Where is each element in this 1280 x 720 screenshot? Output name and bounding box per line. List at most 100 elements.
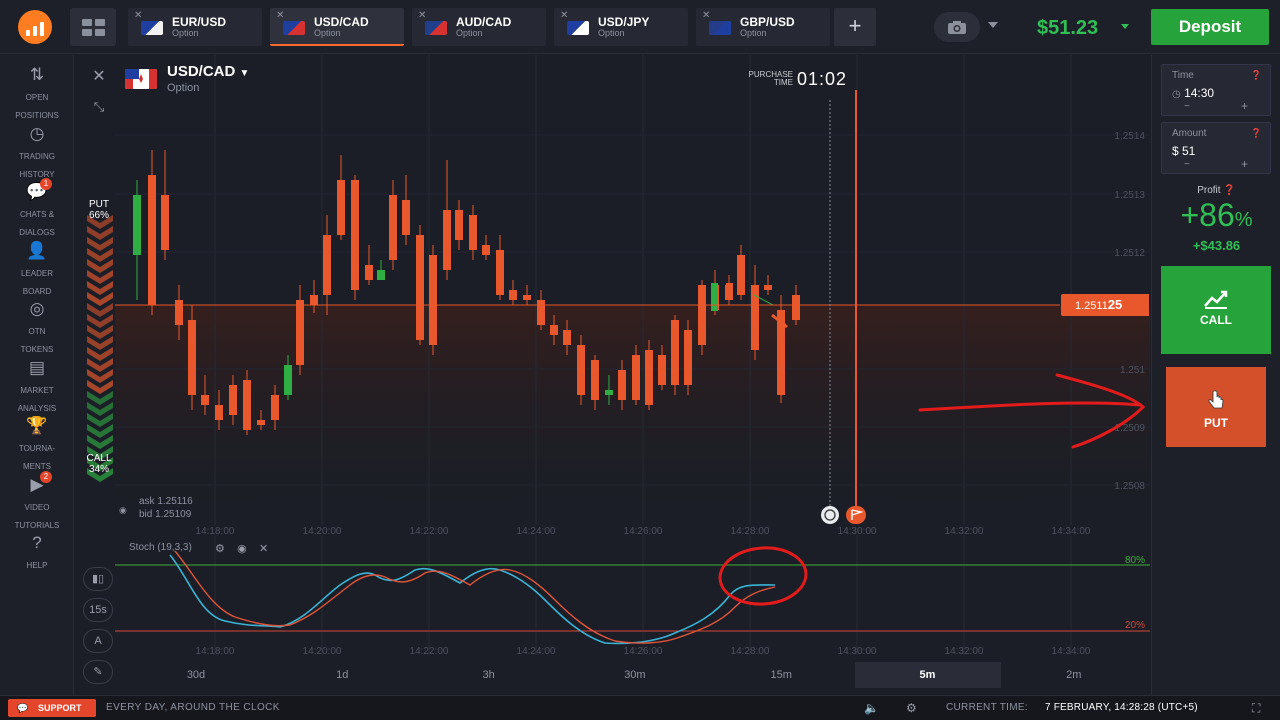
call-button[interactable]: CALL: [1161, 266, 1271, 354]
close-tab-icon[interactable]: ✕: [418, 10, 426, 21]
time-tick-label: 14:24:00: [517, 526, 556, 537]
tab-asset-name: AUD/CAD: [456, 15, 512, 29]
stoch-k-line: [169, 554, 776, 645]
put-zone: [115, 305, 1150, 525]
help-icon: ?: [32, 533, 42, 552]
chat-bubble-icon: 💬: [17, 703, 29, 713]
asset-tab-gbp-usd[interactable]: ✕ GBP/USD Option: [696, 8, 830, 46]
amount-plus-button[interactable]: +: [1241, 157, 1248, 171]
put-button[interactable]: PUT: [1166, 367, 1266, 447]
chart-area[interactable]: 1.2514 1.2513 1.2512 1.251 1.2509 1.2508 14:18…: [75, 55, 1150, 695]
sidebar-item-token[interactable]: ◎ OTN TOKENS: [0, 291, 74, 354]
close-icon[interactable]: ✕: [259, 543, 268, 555]
indicators-button[interactable]: A: [83, 629, 113, 653]
deposit-button[interactable]: Deposit: [1151, 9, 1269, 45]
tab-asset-type: Option: [598, 28, 625, 38]
candle-body: [632, 355, 640, 400]
time-tick-label: 14:20:00: [303, 526, 342, 537]
sidebar-item-news[interactable]: ▤ MARKET ANALYSIS: [0, 350, 74, 413]
time-tick-label: 14:26:00: [624, 646, 663, 657]
sidebar-item-play[interactable]: ▶ 2 VIDEO TUTORIALS: [0, 467, 74, 530]
currency-flag-icon: [425, 21, 447, 35]
time-field[interactable]: Time ❓ ◷ 14:30 − +: [1161, 64, 1271, 116]
close-tab-icon[interactable]: ✕: [560, 10, 568, 21]
asset-tab-usd-cad[interactable]: ✕ USD/CAD Option: [270, 8, 404, 46]
amount-value[interactable]: $ 51: [1172, 144, 1195, 158]
fullscreen-icon[interactable]: ⛶: [1252, 701, 1260, 716]
drawing-tools-button[interactable]: ✎: [83, 660, 113, 684]
asset-selector[interactable]: USD/CAD ▼: [167, 63, 249, 80]
candle-body: [658, 355, 666, 385]
candles-icon: ▮▯: [91, 573, 105, 585]
sidebar-item-leaderboard[interactable]: 👤 LEADER BOARD: [0, 233, 74, 296]
amount-label: Amount: [1172, 128, 1207, 139]
settings-gear-icon[interactable]: ⚙: [906, 701, 917, 715]
balance-chevron-icon[interactable]: [1121, 24, 1129, 29]
put-sentiment: PUT 66%: [88, 199, 109, 221]
chevron-down-icon[interactable]: [988, 22, 998, 28]
volume-icon[interactable]: 🔈: [864, 701, 879, 715]
info-icon[interactable]: ❓: [1251, 70, 1262, 81]
interval-button[interactable]: 15s: [83, 598, 113, 622]
support-button[interactable]: 💬 SUPPORT: [8, 699, 96, 717]
candle-body: [389, 195, 397, 260]
time-plus-button[interactable]: +: [1241, 99, 1248, 113]
timeframe-15m[interactable]: 15m: [708, 662, 854, 688]
price-chart[interactable]: 1.25141.25131.25121.2511.25091.250814:18…: [75, 55, 1150, 695]
candle-body: [469, 215, 477, 250]
close-tab-icon[interactable]: ✕: [702, 10, 710, 21]
timeframe-2m[interactable]: 2m: [1001, 662, 1147, 688]
timeframe-30d[interactable]: 30d: [123, 662, 269, 688]
candle-body: [416, 235, 424, 340]
add-tab-button[interactable]: +: [834, 8, 876, 46]
info-icon[interactable]: ❓: [1251, 128, 1262, 139]
amount-field[interactable]: Amount ❓ $ 51 − +: [1161, 122, 1271, 174]
time-tick-label: 14:32:00: [945, 646, 984, 657]
assets-grid-button[interactable]: [70, 8, 116, 46]
asset-tab-eur-usd[interactable]: ✕ EUR/USD Option: [128, 8, 262, 46]
time-tick-label: 14:22:00: [410, 646, 449, 657]
candle-body: [509, 290, 517, 300]
time-value[interactable]: ◷ 14:30: [1172, 86, 1214, 100]
close-tab-icon[interactable]: ✕: [134, 10, 142, 21]
visibility-icon[interactable]: ◉: [119, 505, 129, 515]
amount-minus-button[interactable]: −: [1184, 159, 1190, 170]
candle-body: [175, 300, 183, 325]
timeframe-3h[interactable]: 3h: [416, 662, 562, 688]
asset-tab-aud-cad[interactable]: ✕ AUD/CAD Option: [412, 8, 546, 46]
asset-name: USD/CAD: [167, 63, 236, 80]
screenshot-button[interactable]: [934, 12, 980, 42]
timeframe-5m[interactable]: 5m: [854, 662, 1001, 688]
sidebar-item-chat[interactable]: 💬 1 CHATS & DIALOGS: [0, 174, 74, 237]
candle-body: [496, 250, 504, 295]
profit-label: Profit ❓: [1197, 185, 1236, 196]
collapse-icon[interactable]: ⤡: [87, 95, 111, 119]
gear-icon[interactable]: ⚙: [215, 543, 225, 555]
put-label: PUT: [1204, 416, 1228, 430]
chart-type-button[interactable]: ▮▯: [83, 567, 113, 591]
time-tick-label: 14:28:00: [731, 646, 770, 657]
candle-body: [726, 283, 733, 299]
profit-amount: +$43.86: [1192, 238, 1241, 253]
eye-icon[interactable]: ◉: [237, 543, 247, 555]
stoch-high-label: 80%: [1125, 555, 1145, 566]
time-minus-button[interactable]: −: [1184, 101, 1190, 112]
footer-bar: 💬 SUPPORT EVERY DAY, AROUND THE CLOCK 🔈 …: [0, 695, 1280, 720]
support-tagline: EVERY DAY, AROUND THE CLOCK: [106, 702, 280, 713]
timeframe-1d[interactable]: 1d: [269, 662, 415, 688]
sidebar-item-history[interactable]: ◷ TRADING HISTORY: [0, 116, 74, 179]
asset-tab-usd-jpy[interactable]: ✕ USD/JPY Option: [554, 8, 688, 46]
timeframe-30m[interactable]: 30m: [562, 662, 708, 688]
close-icon[interactable]: ✕: [87, 65, 111, 89]
info-icon[interactable]: ❓: [1223, 185, 1235, 196]
time-tick-label: 14:30:00: [838, 526, 877, 537]
candle-body: [161, 195, 169, 250]
sidebar-item-sort-arrows[interactable]: ⇅ OPEN POSITIONS: [0, 57, 74, 120]
account-balance[interactable]: $51.23: [1037, 17, 1098, 40]
app-logo[interactable]: [18, 10, 52, 44]
asset-type: Option: [167, 82, 200, 94]
sidebar-item-help[interactable]: ? HELP: [0, 525, 74, 581]
close-tab-icon[interactable]: ✕: [276, 10, 284, 21]
sidebar-item-trophy[interactable]: 🏆 TOURNA- MENTS: [0, 408, 74, 471]
tab-asset-name: USD/JPY: [598, 15, 650, 29]
